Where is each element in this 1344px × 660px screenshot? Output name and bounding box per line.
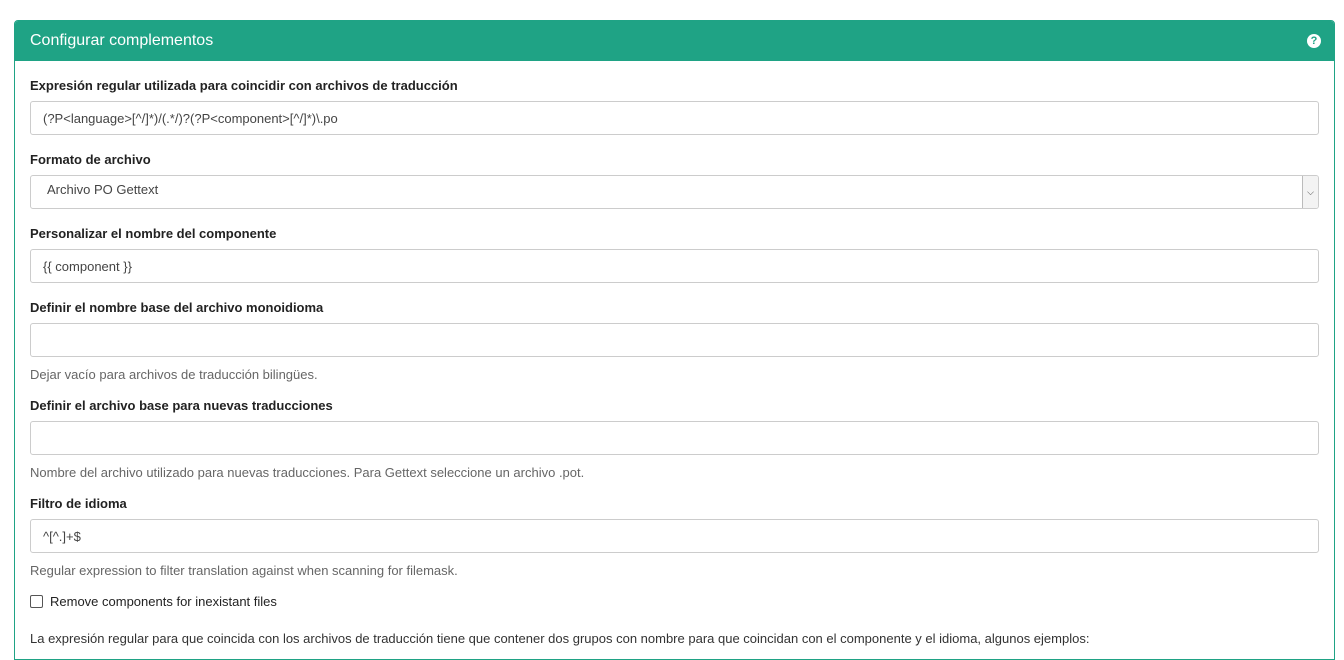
filemask-label: Expresión regular utilizada para coincid… — [30, 78, 458, 93]
new-base-template-help: Nombre del archivo utilizado para nuevas… — [30, 465, 585, 480]
name-template-label: Personalizar el nombre del componente — [30, 226, 277, 241]
panel-title: Configurar complementos — [30, 32, 214, 49]
name-template-input[interactable] — [30, 249, 1319, 283]
filemask-input[interactable] — [30, 101, 1319, 135]
new-base-template-label: Definir el archivo base para nuevas trad… — [30, 398, 333, 413]
remove-components-checkbox-row[interactable]: Remove components for inexistant files — [30, 594, 1319, 609]
base-file-template-label: Definir el nombre base del archivo monoi… — [30, 300, 324, 315]
language-regex-group: Filtro de idioma Regular expression to f… — [30, 496, 1319, 578]
language-regex-input[interactable] — [30, 519, 1319, 553]
remove-components-checkbox[interactable] — [30, 595, 43, 608]
configure-addon-panel: Configurar complementos ? Expresión regu… — [14, 20, 1335, 660]
new-base-template-input[interactable] — [30, 421, 1319, 455]
name-template-group: Personalizar el nombre del componente — [30, 226, 1319, 283]
filemask-group: Expresión regular utilizada para coincid… — [30, 78, 1319, 135]
language-regex-help: Regular expression to filter translation… — [30, 563, 458, 578]
remove-components-label[interactable]: Remove components for inexistant files — [50, 594, 277, 609]
file-format-label: Formato de archivo — [30, 152, 151, 167]
filemask-examples-text: La expresión regular para que coincida c… — [30, 631, 1090, 646]
question-circle-icon[interactable]: ? — [1307, 34, 1321, 48]
new-base-template-group: Definir el archivo base para nuevas trad… — [30, 398, 1319, 480]
file-format-group: Formato de archivo Archivo PO Gettext ⌵ — [30, 152, 1319, 209]
base-file-template-group: Definir el nombre base del archivo monoi… — [30, 300, 1319, 382]
language-regex-label: Filtro de idioma — [30, 496, 127, 511]
base-file-template-input[interactable] — [30, 323, 1319, 357]
panel-body: Expresión regular utilizada para coincid… — [15, 61, 1334, 646]
file-format-selected-value[interactable]: Archivo PO Gettext — [30, 175, 1319, 209]
chevron-down-icon[interactable]: ⌵ — [1302, 176, 1318, 208]
file-format-select[interactable]: Archivo PO Gettext ⌵ — [30, 175, 1319, 209]
panel-heading: Configurar complementos ? — [15, 21, 1334, 61]
base-file-template-help: Dejar vacío para archivos de traducción … — [30, 367, 318, 382]
